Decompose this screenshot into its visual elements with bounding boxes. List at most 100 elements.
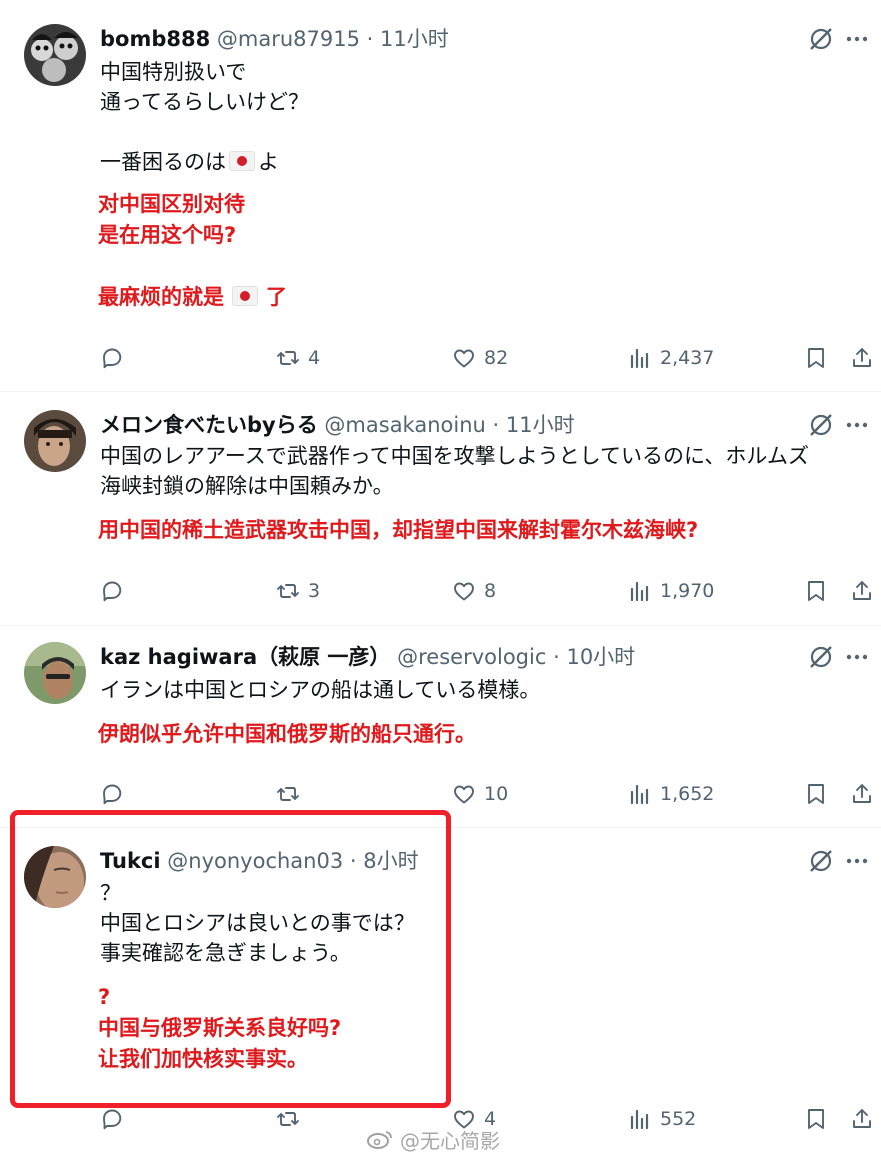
repost-button[interactable]: 3	[276, 576, 320, 606]
text-line: 海峡封鎖の解除は中国頼みか。	[100, 474, 394, 498]
text-line: ？	[100, 881, 121, 905]
text-line: 一番困るのは よ	[100, 147, 865, 177]
bookmark-button[interactable]	[804, 779, 828, 809]
avatar[interactable]	[24, 642, 86, 704]
display-name[interactable]: kaz hagiwara（萩原 一彦）	[100, 645, 390, 669]
reply-icon	[103, 784, 122, 805]
user-handle[interactable]: @masakanoinu	[324, 413, 485, 437]
display-name[interactable]: bomb888	[100, 27, 210, 51]
separator-dot: ·	[492, 413, 500, 437]
repost-button[interactable]: 4	[276, 343, 320, 373]
text-line: 中国特別扱いで	[100, 60, 247, 84]
bookmark-button[interactable]	[804, 343, 828, 373]
more-options-icon[interactable]	[843, 25, 871, 53]
share-button[interactable]	[850, 1104, 874, 1134]
repost-button[interactable]	[276, 779, 308, 809]
separator-dot: ·	[366, 27, 374, 51]
display-name[interactable]: Tukci	[100, 849, 161, 873]
heart-icon	[454, 582, 474, 601]
separator-dot: ·	[349, 849, 357, 873]
reply-button[interactable]	[100, 576, 132, 606]
views-button[interactable]: 552	[628, 1104, 696, 1134]
avatar[interactable]	[24, 24, 86, 86]
post-header: メロン食べたいbyらる @masakanoinu · 11小时	[100, 410, 791, 440]
post-actions: 4 82 2,437	[0, 343, 881, 373]
post-melon[interactable]: メロン食べたいbyらる @masakanoinu · 11小时 中国のレアアース…	[0, 392, 881, 626]
post-time[interactable]: 11小时	[380, 27, 449, 51]
repost-icon	[277, 584, 299, 598]
post-time[interactable]: 10小时	[566, 645, 635, 669]
separator-dot: ·	[553, 645, 560, 669]
like-button[interactable]: 10	[452, 779, 508, 809]
watermark: @无心简影	[366, 1124, 500, 1154]
grok-icon[interactable]	[807, 411, 835, 439]
grok-icon[interactable]	[807, 847, 835, 875]
views-button[interactable]: 1,652	[628, 779, 714, 809]
like-count: 8	[484, 580, 497, 602]
watermark-text: @无心简影	[400, 1128, 500, 1153]
post-tukci[interactable]: Tukci @nyonyochan03 · 8小时 ？ 中国とロシアは良いとの事…	[0, 828, 881, 1158]
like-button[interactable]: 82	[452, 343, 508, 373]
view-count: 1,652	[660, 783, 715, 805]
bookmark-button[interactable]	[804, 576, 828, 606]
more-options-icon[interactable]	[843, 847, 871, 875]
reply-button[interactable]	[100, 779, 132, 809]
post-header: bomb888 @maru87915 · 11小时	[100, 24, 791, 54]
user-handle[interactable]: @reservologic	[397, 645, 546, 669]
text-line: 中国のレアアースで武器作って中国を攻撃しようとしているのに、ホルムズ	[100, 444, 809, 468]
post-kaz-hagiwara[interactable]: kaz hagiwara（萩原 一彦） @reservologic · 10小时…	[0, 626, 881, 828]
reply-button[interactable]	[100, 343, 132, 373]
translation-line: 伊朗似乎允许中国和俄罗斯的船只通行。	[98, 722, 476, 746]
translation-line: 中国与俄罗斯关系良好吗?	[98, 1016, 342, 1040]
avatar[interactable]	[24, 846, 86, 908]
post-actions: 3 8 1,970	[0, 576, 881, 606]
like-count: 82	[484, 347, 509, 369]
share-button[interactable]	[850, 576, 874, 606]
text-line: 事実確認を急ぎましょう。	[100, 941, 351, 965]
translation-line: 用中国的稀土造武器攻击中国，却指望中国来解封霍尔木兹海峡?	[98, 518, 699, 542]
post-time[interactable]: 8小时	[363, 849, 418, 873]
views-button[interactable]: 1,970	[628, 576, 714, 606]
more-options-icon[interactable]	[843, 411, 871, 439]
view-count: 552	[660, 1108, 697, 1130]
more-options-icon[interactable]	[843, 643, 871, 671]
heart-icon	[454, 349, 474, 368]
share-button[interactable]	[850, 343, 874, 373]
post-bomb888[interactable]: bomb888 @maru87915 · 11小时 中国特別扱いで 通ってるらし…	[0, 0, 881, 392]
avatar[interactable]	[24, 410, 86, 472]
post-time[interactable]: 11小时	[506, 413, 575, 437]
post-header: kaz hagiwara（萩原 一彦） @reservologic · 10小时	[100, 642, 791, 672]
share-button[interactable]	[850, 779, 874, 809]
like-count: 10	[484, 783, 509, 805]
analytics-icon	[630, 581, 649, 602]
like-button[interactable]: 8	[452, 576, 496, 606]
reply-icon	[103, 581, 122, 602]
text-fragment: 最麻烦的就是	[98, 285, 224, 309]
reply-button[interactable]	[100, 1104, 132, 1134]
repost-count: 3	[308, 580, 321, 602]
post-text: イランは中国とロシアの船は通している模様。	[100, 675, 865, 705]
bookmark-icon	[808, 784, 824, 804]
repost-icon	[277, 351, 299, 365]
bookmark-button[interactable]	[804, 1104, 828, 1134]
views-button[interactable]: 2,437	[628, 343, 714, 373]
text-line: 中国とロシアは良いとの事では？	[100, 911, 415, 935]
user-handle[interactable]: @nyonyochan03	[167, 849, 343, 873]
user-handle[interactable]: @maru87915	[217, 27, 360, 51]
analytics-icon	[630, 1109, 649, 1130]
display-name[interactable]: メロン食べたいbyらる	[100, 413, 318, 437]
post-text: ？ 中国とロシアは良いとの事では？ 事実確認を急ぎましょう。	[100, 878, 865, 968]
post-text: 中国のレアアースで武器作って中国を攻撃しようとしているのに、ホルムズ 海峡封鎖の…	[100, 441, 865, 501]
repost-icon	[277, 787, 299, 801]
repost-count: 4	[308, 347, 321, 369]
bookmark-icon	[808, 581, 824, 601]
grok-icon[interactable]	[807, 643, 835, 671]
grok-icon[interactable]	[807, 25, 835, 53]
translation-line: ?	[98, 985, 111, 1009]
repost-button[interactable]	[276, 1104, 308, 1134]
bookmark-icon	[808, 348, 824, 368]
post-actions: 10 1,652	[0, 779, 881, 809]
translation-text: 伊朗似乎允许中国和俄罗斯的船只通行。	[98, 719, 869, 750]
